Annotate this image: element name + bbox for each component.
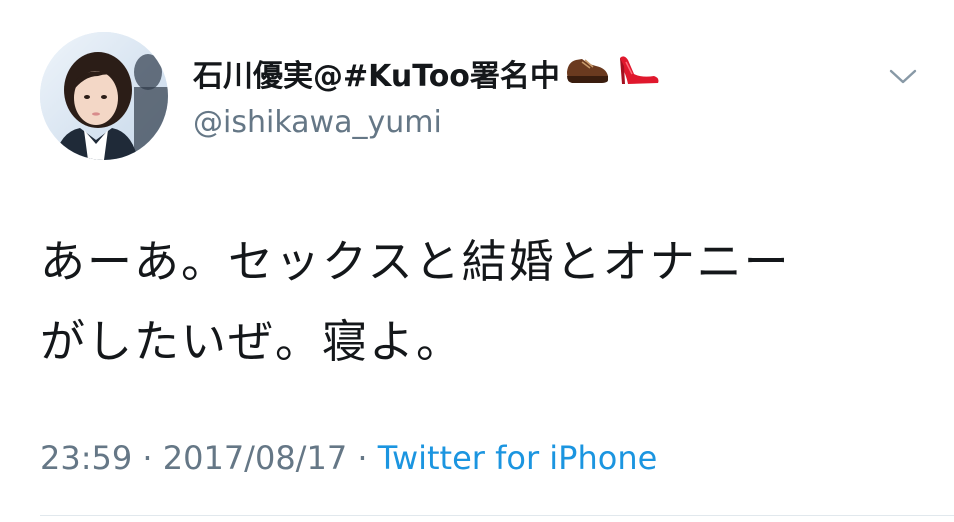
tweet-card: 石川優実@#KuToo署名中 @ishikawa_yumi あーあ。セックスと結… bbox=[0, 0, 954, 522]
tweet-source-link[interactable]: Twitter for iPhone bbox=[378, 439, 658, 477]
separator: · bbox=[347, 439, 378, 477]
tweet-text-line: がしたいぜ。寝よ。 bbox=[40, 315, 464, 368]
separator: · bbox=[132, 439, 163, 477]
user-handle[interactable]: @ishikawa_yumi bbox=[193, 103, 442, 143]
avatar[interactable] bbox=[40, 32, 168, 160]
high-heel-icon bbox=[614, 50, 660, 103]
tweet-text: あーあ。セックスと結婚とオナニー がしたいぜ。寝よ。 bbox=[40, 222, 920, 382]
tweet-text-line: あーあ。セックスと結婚とオナニー bbox=[40, 235, 791, 288]
display-name-row[interactable]: 石川優実@#KuToo署名中 bbox=[193, 50, 660, 103]
divider bbox=[40, 515, 954, 516]
tweet-date[interactable]: 2017/08/17 bbox=[163, 439, 347, 477]
chevron-down-icon[interactable] bbox=[886, 62, 920, 90]
display-name[interactable]: 石川優実@#KuToo署名中 bbox=[193, 55, 560, 99]
tweet-time[interactable]: 23:59 bbox=[40, 439, 132, 477]
profile-photo bbox=[40, 32, 168, 160]
tweet-metadata: 23:59 · 2017/08/17 · Twitter for iPhone bbox=[40, 436, 657, 480]
mans-shoe-icon bbox=[564, 50, 610, 103]
